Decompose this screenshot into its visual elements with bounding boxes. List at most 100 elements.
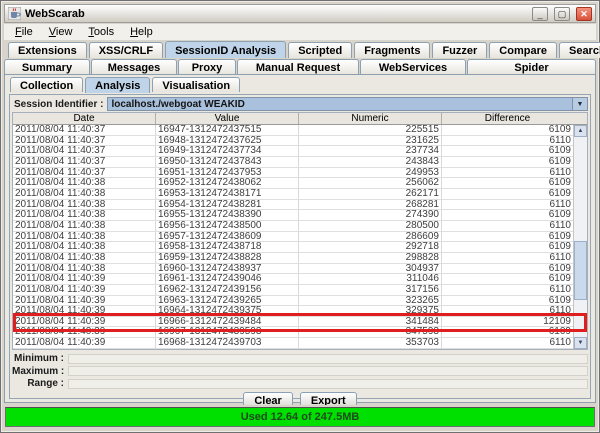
table-row[interactable]: 2011/08/04 11:40:3816960-131247243893730… (13, 264, 573, 275)
table-cell: 16968-1312472439703 (156, 338, 299, 348)
table-cell: 262171 (299, 189, 442, 199)
table-cell: 231625 (299, 136, 442, 146)
table-cell: 2011/08/04 11:40:38 (13, 264, 156, 274)
tab-proxy[interactable]: Proxy (178, 59, 236, 75)
tab-label: Scripted (298, 45, 342, 57)
tab-messages[interactable]: Messages (91, 59, 177, 75)
menu-help[interactable]: Help (122, 25, 161, 39)
table-row[interactable]: 2011/08/04 11:40:3816957-131247243860928… (13, 232, 573, 243)
column-header-value[interactable]: Value (156, 113, 299, 124)
table-row[interactable]: 2011/08/04 11:40:3916967-131247243959334… (13, 327, 573, 338)
table-cell: 2011/08/04 11:40:38 (13, 253, 156, 263)
table-row[interactable]: 2011/08/04 11:40:3716950-131247243784324… (13, 157, 573, 168)
tab-sessionid-analysis[interactable]: SessionID Analysis (165, 41, 286, 58)
table-cell: 237734 (299, 146, 442, 156)
tab-manual-request[interactable]: Manual Request (237, 59, 359, 75)
tab-xss-crlf[interactable]: XSS/CRLF (89, 42, 163, 58)
chevron-down-icon[interactable]: ▼ (572, 98, 587, 110)
table-cell: 6109 (442, 242, 573, 252)
menu-file[interactable]: File (7, 25, 41, 39)
close-button[interactable]: ✕ (576, 7, 592, 21)
range-field (68, 379, 588, 389)
tab-summary[interactable]: Summary (4, 59, 90, 75)
table-row[interactable]: 2011/08/04 11:40:3916966-131247243948434… (13, 317, 573, 328)
table-cell: 341484 (299, 317, 442, 327)
table-cell: 16956-1312472438500 (156, 221, 299, 231)
table-cell: 2011/08/04 11:40:37 (13, 157, 156, 167)
table-cell: 2011/08/04 11:40:39 (13, 296, 156, 306)
table-cell: 16962-1312472439156 (156, 285, 299, 295)
table-row[interactable]: 2011/08/04 11:40:3716949-131247243773423… (13, 146, 573, 157)
table-row[interactable]: 2011/08/04 11:40:3916961-131247243904631… (13, 274, 573, 285)
table-cell: 286609 (299, 232, 442, 242)
table-cell: 2011/08/04 11:40:39 (13, 338, 156, 348)
tab-label: Fragments (364, 45, 420, 57)
maximum-field (68, 366, 588, 376)
table-row[interactable]: 2011/08/04 11:40:3716948-131247243762523… (13, 136, 573, 147)
tab-fuzzer[interactable]: Fuzzer (432, 42, 487, 58)
tab-extensions[interactable]: Extensions (8, 42, 87, 58)
scroll-up-icon[interactable]: ▲ (574, 125, 587, 137)
table-cell: 298828 (299, 253, 442, 263)
webscarab-window: WebScarab _ ▢ ✕ File View Tools Help Ext… (0, 0, 600, 433)
table-row[interactable]: 2011/08/04 11:40:3816956-131247243850028… (13, 221, 573, 232)
table-row[interactable]: 2011/08/04 11:40:3816958-131247243871829… (13, 242, 573, 253)
table-row[interactable]: 2011/08/04 11:40:3916963-131247243926532… (13, 296, 573, 307)
table-cell: 249953 (299, 168, 442, 178)
tab-label: Visualisation (162, 80, 230, 92)
table-cell: 16963-1312472439265 (156, 296, 299, 306)
tab-webservices[interactable]: WebServices (360, 59, 466, 75)
tab-search[interactable]: Search (559, 42, 600, 58)
tab-scripted[interactable]: Scripted (288, 42, 352, 58)
table-row[interactable]: 2011/08/04 11:40:3716951-131247243795324… (13, 168, 573, 179)
title-bar[interactable]: WebScarab _ ▢ ✕ (4, 4, 596, 23)
table-cell: 6109 (442, 274, 573, 284)
tab-label: Spider (514, 62, 548, 74)
table-cell: 6110 (442, 168, 573, 178)
tab-label: Analysis (95, 80, 140, 92)
subtab-visualisation[interactable]: Visualisation (152, 77, 240, 92)
scroll-down-icon[interactable]: ▼ (574, 337, 587, 349)
table-cell: 6109 (442, 296, 573, 306)
table-row[interactable]: 2011/08/04 11:40:3716947-131247243751522… (13, 125, 573, 136)
session-identifier-select[interactable]: localhost./webgoat WEAKID ▼ (107, 97, 588, 111)
menu-help-rest: elp (138, 26, 153, 38)
tab-label: Search (569, 45, 600, 57)
tab-label: Manual Request (256, 62, 340, 74)
menu-file-mnemonic: F (15, 26, 22, 38)
table-row[interactable]: 2011/08/04 11:40:3916962-131247243915631… (13, 285, 573, 296)
table-row[interactable]: 2011/08/04 11:40:3816955-131247243839027… (13, 210, 573, 221)
subtab-analysis[interactable]: Analysis (85, 77, 150, 93)
menu-bar: File View Tools Help (4, 24, 596, 41)
scrollbar-thumb[interactable] (574, 241, 587, 299)
column-header-difference[interactable]: Difference (442, 113, 573, 124)
table-row[interactable]: 2011/08/04 11:40:3816953-131247243817126… (13, 189, 573, 200)
table-row[interactable]: 2011/08/04 11:40:3816952-131247243806225… (13, 178, 573, 189)
table-cell: 6109 (442, 327, 573, 337)
menu-view[interactable]: View (41, 25, 81, 39)
table-cell: 6109 (442, 210, 573, 220)
table-row[interactable]: 2011/08/04 11:40:3816959-131247243882829… (13, 253, 573, 264)
column-header-numeric[interactable]: Numeric (299, 113, 442, 124)
subtab-collection[interactable]: Collection (10, 77, 83, 92)
java-app-icon (8, 7, 21, 20)
main-tab-row-2: SummaryMessagesProxy Manual Request WebSer… (4, 58, 596, 75)
table-cell: 6109 (442, 146, 573, 156)
table-scrollbar[interactable]: ▲ ▼ (573, 125, 587, 349)
tab-compare[interactable]: Compare (489, 42, 557, 58)
table-row[interactable]: 2011/08/04 11:40:3916968-131247243970335… (13, 338, 573, 349)
table-row[interactable]: 2011/08/04 11:40:3816954-131247243828126… (13, 200, 573, 211)
column-header-date[interactable]: Date (13, 113, 156, 124)
table-cell: 274390 (299, 210, 442, 220)
table-cell: 6110 (442, 306, 573, 316)
maximize-button[interactable]: ▢ (554, 7, 570, 21)
table-cell: 2011/08/04 11:40:37 (13, 168, 156, 178)
menu-tools[interactable]: Tools (80, 25, 122, 39)
tab-fragments[interactable]: Fragments (354, 42, 430, 58)
table-cell: 16948-1312472437625 (156, 136, 299, 146)
analysis-panel: Session Identifier : localhost./webgoat … (9, 94, 591, 399)
minimize-button[interactable]: _ (532, 7, 548, 21)
tab-spider[interactable]: Spider (467, 59, 596, 75)
session-identifier-label: Session Identifier : (12, 99, 107, 110)
table-row[interactable]: 2011/08/04 11:40:3916964-131247243937532… (13, 306, 573, 317)
